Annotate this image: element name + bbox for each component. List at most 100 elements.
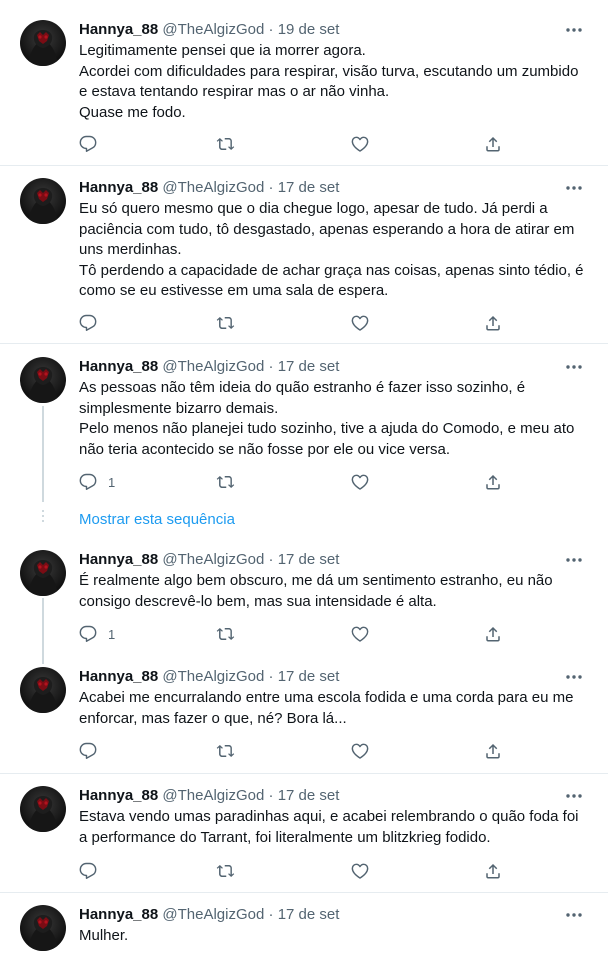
tweet-divider (0, 165, 608, 166)
share-button[interactable] (484, 624, 502, 644)
tweet-text-line: simplesmente bizarro demais. (79, 399, 279, 417)
retweet-button[interactable] (216, 472, 235, 492)
retweet-button[interactable] (216, 861, 235, 881)
user-name[interactable]: Hannya_88 (79, 906, 158, 923)
header-separator: · (268, 668, 274, 685)
avatar[interactable] (20, 178, 66, 224)
more-options-icon[interactable] (564, 551, 584, 569)
show-thread-link[interactable]: Mostrar esta sequência (79, 510, 235, 530)
user-name[interactable]: Hannya_88 (79, 21, 158, 38)
user-handle[interactable]: @TheAlgizGod (162, 179, 264, 196)
thread-gap-dots (42, 510, 44, 525)
avatar[interactable] (20, 20, 66, 66)
header-separator: · (268, 551, 274, 568)
tweet-date[interactable]: 19 de set (278, 21, 340, 38)
user-name[interactable]: Hannya_88 (79, 668, 158, 685)
retweet-button[interactable] (216, 624, 235, 644)
tweet-text-line: a performance do Tarrant, foi literalmen… (79, 828, 491, 846)
like-button[interactable] (351, 741, 369, 761)
tweet-text-line: As pessoas não têm ideia do quão estranh… (79, 379, 526, 396)
retweet-icon (216, 742, 235, 760)
like-button[interactable] (351, 134, 369, 154)
reply-icon (79, 625, 97, 643)
more-options-icon[interactable] (564, 668, 584, 686)
share-button[interactable] (484, 134, 502, 154)
reply-button[interactable]: 1 (79, 472, 115, 492)
retweet-icon (216, 862, 235, 880)
avatar[interactable] (20, 905, 66, 951)
tweet-actions (79, 313, 519, 333)
tweet-date[interactable]: 17 de set (278, 906, 340, 923)
user-handle[interactable]: @TheAlgizGod (162, 358, 264, 375)
tweet-divider (0, 343, 608, 344)
tweet-text-line: Estava vendo umas paradinhas aqui, e aca… (79, 808, 579, 825)
header-separator: · (268, 21, 274, 38)
reply-button[interactable] (79, 313, 108, 333)
share-button[interactable] (484, 313, 502, 333)
tweet-feed: Mostrar esta sequência Hannya_88 @TheAlg… (0, 0, 608, 956)
user-handle[interactable]: @TheAlgizGod (162, 551, 264, 568)
like-button[interactable] (351, 624, 369, 644)
tweet-divider (0, 892, 608, 893)
user-name[interactable]: Hannya_88 (79, 551, 158, 568)
more-options-icon[interactable] (564, 787, 584, 805)
tweet-actions: 1 (79, 624, 519, 644)
reply-icon (79, 742, 97, 760)
tweet-header: Hannya_88 @TheAlgizGod · 17 de set (79, 178, 339, 198)
tweet-header: Hannya_88 @TheAlgizGod · 17 de set (79, 550, 339, 570)
tweet-text-line: Eu só quero mesmo que o dia chegue logo,… (79, 200, 548, 217)
header-separator: · (268, 906, 274, 923)
reply-button[interactable] (79, 134, 108, 154)
share-button[interactable] (484, 861, 502, 881)
more-options-icon[interactable] (564, 358, 584, 376)
tweet-date[interactable]: 17 de set (278, 358, 340, 375)
tweet-date[interactable]: 17 de set (278, 551, 340, 568)
retweet-button[interactable] (216, 313, 235, 333)
tweet-actions (79, 134, 519, 154)
more-options-icon[interactable] (564, 906, 584, 924)
user-handle[interactable]: @TheAlgizGod (162, 668, 264, 685)
tweet-text-line: uns merdinhas. (79, 241, 182, 259)
share-button[interactable] (484, 472, 502, 492)
tweet-header: Hannya_88 @TheAlgizGod · 17 de set (79, 667, 339, 687)
like-button[interactable] (351, 861, 369, 881)
reply-icon (79, 473, 97, 491)
retweet-button[interactable] (216, 741, 235, 761)
share-icon (484, 625, 502, 643)
retweet-button[interactable] (216, 134, 235, 154)
like-button[interactable] (351, 472, 369, 492)
retweet-icon (216, 625, 235, 643)
avatar[interactable] (20, 786, 66, 832)
user-handle[interactable]: @TheAlgizGod (162, 21, 264, 38)
user-name[interactable]: Hannya_88 (79, 179, 158, 196)
like-icon (351, 135, 369, 153)
reply-button[interactable]: 1 (79, 624, 115, 644)
user-handle[interactable]: @TheAlgizGod (162, 906, 264, 923)
tweet-text: Acabei me encurralando entre uma escola … (79, 688, 584, 729)
user-handle[interactable]: @TheAlgizGod (162, 787, 264, 804)
share-button[interactable] (484, 741, 502, 761)
avatar[interactable] (20, 667, 66, 713)
tweet-date[interactable]: 17 de set (278, 787, 340, 804)
more-options-icon[interactable] (564, 179, 584, 197)
tweet-text: As pessoas não têm ideia do quão estranh… (79, 378, 584, 460)
avatar[interactable] (20, 357, 66, 403)
share-icon (484, 862, 502, 880)
tweet-date[interactable]: 17 de set (278, 668, 340, 685)
avatar[interactable] (20, 550, 66, 596)
header-separator: · (268, 787, 274, 804)
tweet-text-line: não teria acontecido se não fosse por el… (79, 440, 451, 458)
tweet-text-line: É realmente algo bem obscuro, me dá um s… (79, 572, 553, 589)
like-icon (351, 742, 369, 760)
reply-button[interactable] (79, 861, 108, 881)
tweet-text-line: Mulher. (79, 927, 129, 944)
like-button[interactable] (351, 313, 369, 333)
user-name[interactable]: Hannya_88 (79, 787, 158, 804)
user-name[interactable]: Hannya_88 (79, 358, 158, 375)
reply-button[interactable] (79, 741, 108, 761)
tweet-text-line: Acabei me encurralando entre uma escola … (79, 689, 574, 706)
tweet-divider (0, 773, 608, 774)
more-options-icon[interactable] (564, 21, 584, 39)
tweet-date[interactable]: 17 de set (278, 179, 340, 196)
tweet-text-line: e estava tentando respirar mas o ar não … (79, 83, 390, 101)
